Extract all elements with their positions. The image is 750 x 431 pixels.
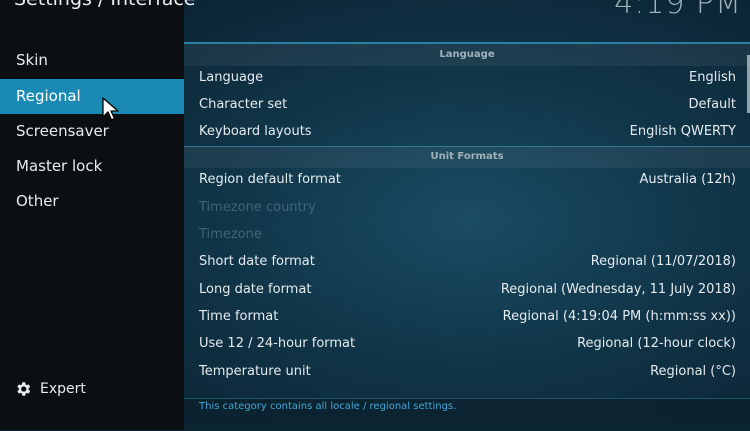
setting-label: Temperature unit (199, 364, 311, 379)
setting-12-24-hour-format[interactable]: Use 12 / 24-hour format Regional (12-hou… (184, 330, 750, 357)
page-title: Settings / Interface (14, 0, 195, 10)
setting-value: Default (688, 97, 737, 112)
setting-language[interactable]: Language English (184, 64, 750, 91)
setting-label: Character set (199, 97, 288, 112)
setting-keyboard-layouts[interactable]: Keyboard layouts English QWERTY (184, 118, 750, 145)
setting-label: Language (199, 70, 264, 85)
setting-value: Regional (°C) (650, 364, 736, 379)
setting-timezone: Timezone (184, 221, 750, 248)
setting-value: English (689, 70, 736, 85)
setting-value: Regional (4:19:04 PM (h:mm:ss xx)) (502, 309, 736, 324)
clock: 4:19 PM (614, 0, 742, 21)
setting-short-date-format[interactable]: Short date format Regional (11/07/2018) (184, 248, 750, 275)
setting-label: Timezone country (199, 200, 316, 215)
setting-value: English QWERTY (629, 124, 736, 139)
sidebar-item-master-lock[interactable]: Master lock (0, 149, 184, 184)
sidebar-item-skin[interactable]: Skin (0, 43, 184, 78)
sidebar-item-regional[interactable]: Regional (0, 79, 184, 114)
setting-timezone-country: Timezone country (184, 194, 750, 221)
setting-label: Region default format (199, 172, 341, 187)
setting-label: Keyboard layouts (199, 124, 312, 139)
expert-toggle[interactable]: Expert (14, 378, 86, 400)
setting-label: Time format (199, 309, 279, 324)
setting-label: Short date format (199, 254, 315, 269)
settings-panel: Language Language English Character set … (184, 42, 750, 402)
setting-label: Use 12 / 24-hour format (199, 336, 356, 351)
setting-value: Regional (12-hour clock) (577, 336, 736, 351)
sidebar-item-screensaver[interactable]: Screensaver (0, 114, 184, 149)
setting-region-default-format[interactable]: Region default format Australia (12h) (184, 166, 750, 193)
setting-temperature-unit[interactable]: Temperature unit Regional (°C) (184, 358, 750, 385)
sidebar-item-other[interactable]: Other (0, 184, 184, 219)
category-description: This category contains all locale / regi… (199, 401, 457, 412)
section-header-language: Language (184, 44, 750, 66)
setting-label: Long date format (199, 282, 312, 297)
setting-character-set[interactable]: Character set Default (184, 91, 750, 118)
expert-label: Expert (40, 381, 86, 397)
gear-icon (17, 382, 31, 396)
setting-time-format[interactable]: Time format Regional (4:19:04 PM (h:mm:s… (184, 303, 750, 330)
sidebar: Skin Regional Screensaver Master lock Ot… (0, 0, 184, 430)
description-footer: This category contains all locale / regi… (184, 398, 750, 431)
setting-value: Regional (Wednesday, 11 July 2018) (500, 282, 736, 297)
mouse-cursor-icon (102, 97, 119, 121)
section-header-unit-formats: Unit Formats (184, 146, 750, 168)
setting-long-date-format[interactable]: Long date format Regional (Wednesday, 11… (184, 276, 750, 303)
setting-label: Timezone (199, 227, 262, 242)
setting-value: Regional (11/07/2018) (590, 254, 736, 269)
setting-value: Australia (12h) (639, 172, 736, 187)
